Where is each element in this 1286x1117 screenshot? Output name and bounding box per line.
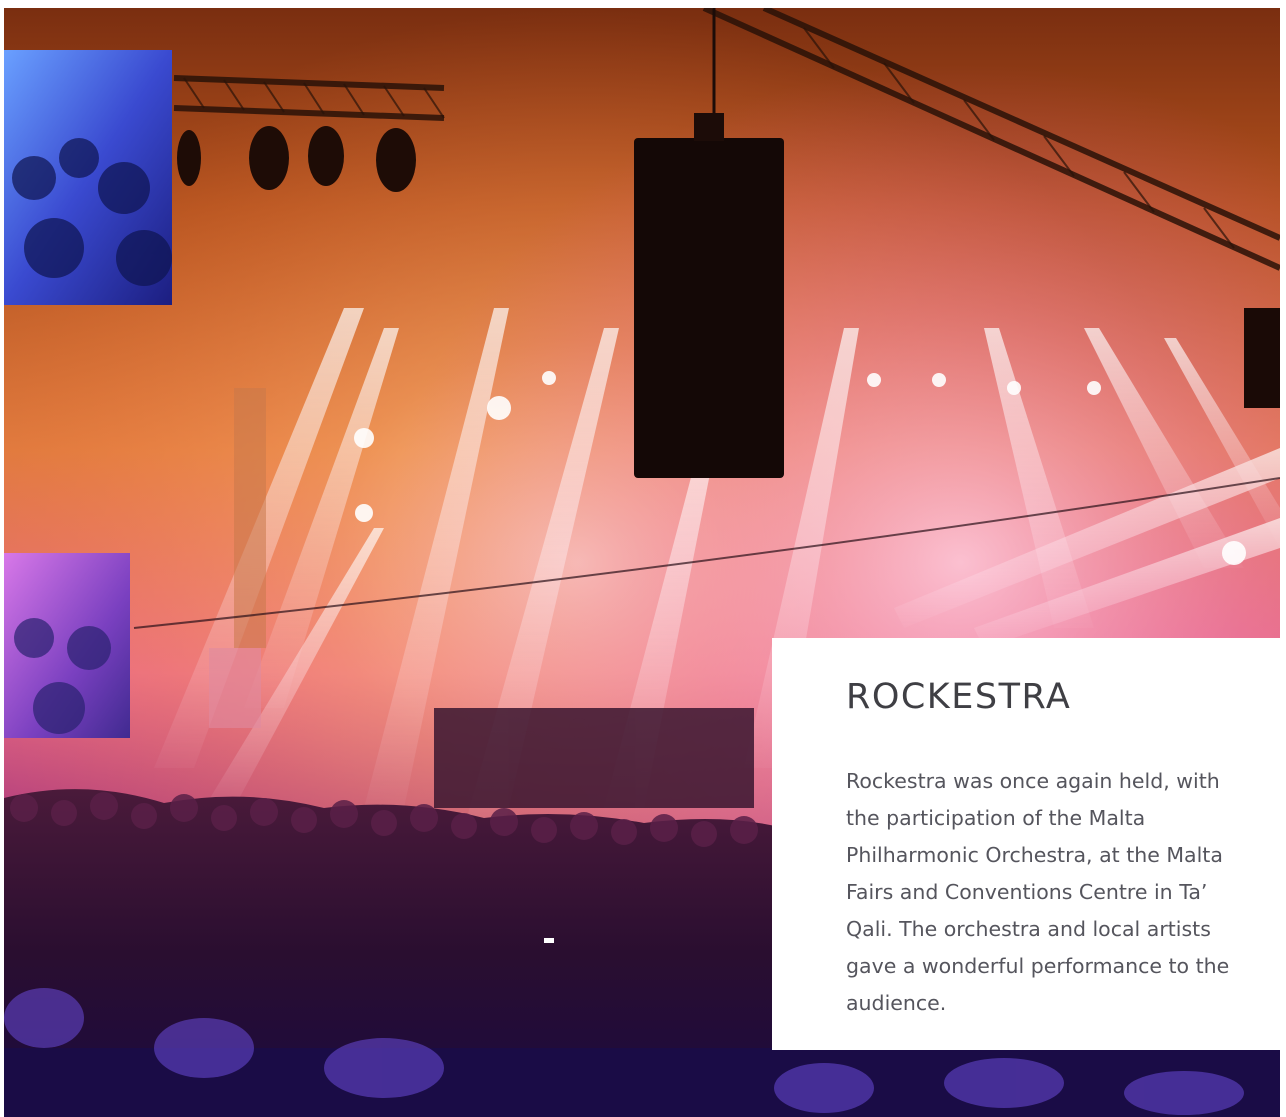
- card-description: Rockestra was once again held, with the …: [846, 768, 1230, 1015]
- card-title: ROCKESTRA: [846, 677, 1072, 717]
- hero-section: ROCKESTRA Rockestra was once again held,…: [4, 8, 1280, 1117]
- info-card: ROCKESTRA Rockestra was once again held,…: [772, 638, 1280, 1050]
